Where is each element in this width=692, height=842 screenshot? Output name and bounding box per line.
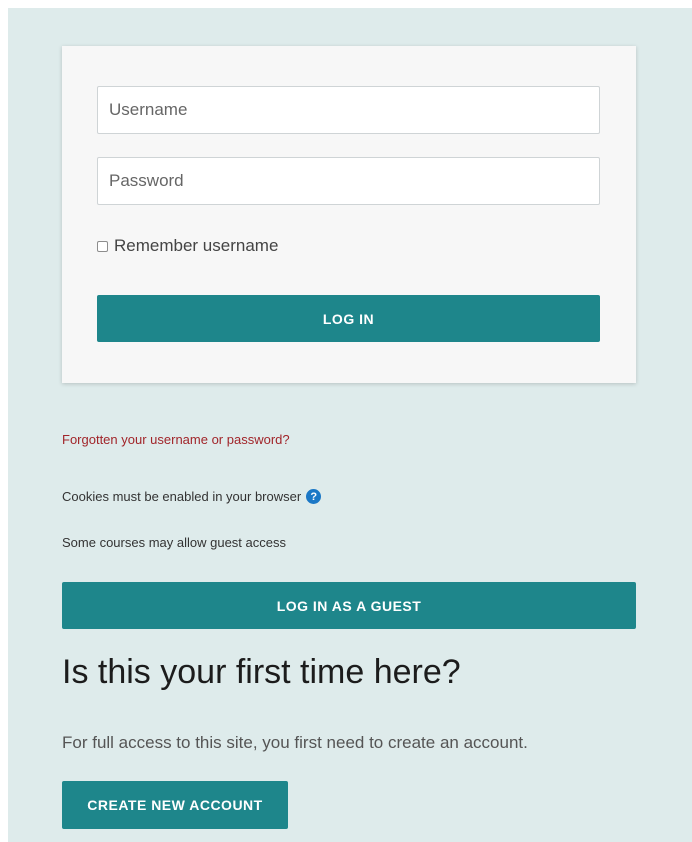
cookies-text: Cookies must be enabled in your browser — [62, 489, 302, 504]
remember-username-label[interactable]: Remember username — [114, 236, 278, 256]
first-time-heading: Is this your first time here? — [62, 653, 461, 691]
password-input[interactable] — [97, 157, 600, 205]
remember-username-checkbox[interactable] — [97, 240, 108, 252]
login-card: Remember username LOG IN — [62, 46, 636, 383]
full-access-text: For full access to this site, you first … — [62, 733, 528, 752]
guest-login-button[interactable]: LOG IN AS A GUEST — [62, 582, 636, 629]
username-input[interactable] — [97, 86, 600, 134]
forgot-password-link[interactable]: Forgotten your username or password? — [62, 432, 290, 447]
guest-access-text: Some courses may allow guest access — [62, 535, 286, 550]
create-account-button[interactable]: CREATE NEW ACCOUNT — [62, 781, 288, 829]
remember-username-row[interactable]: Remember username — [97, 234, 278, 258]
cookies-notice: Cookies must be enabled in your browser … — [62, 489, 322, 504]
help-icon[interactable]: ? — [306, 489, 322, 504]
login-button[interactable]: LOG IN — [97, 295, 600, 342]
page-background: Remember username LOG IN Forgotten your … — [8, 8, 692, 842]
